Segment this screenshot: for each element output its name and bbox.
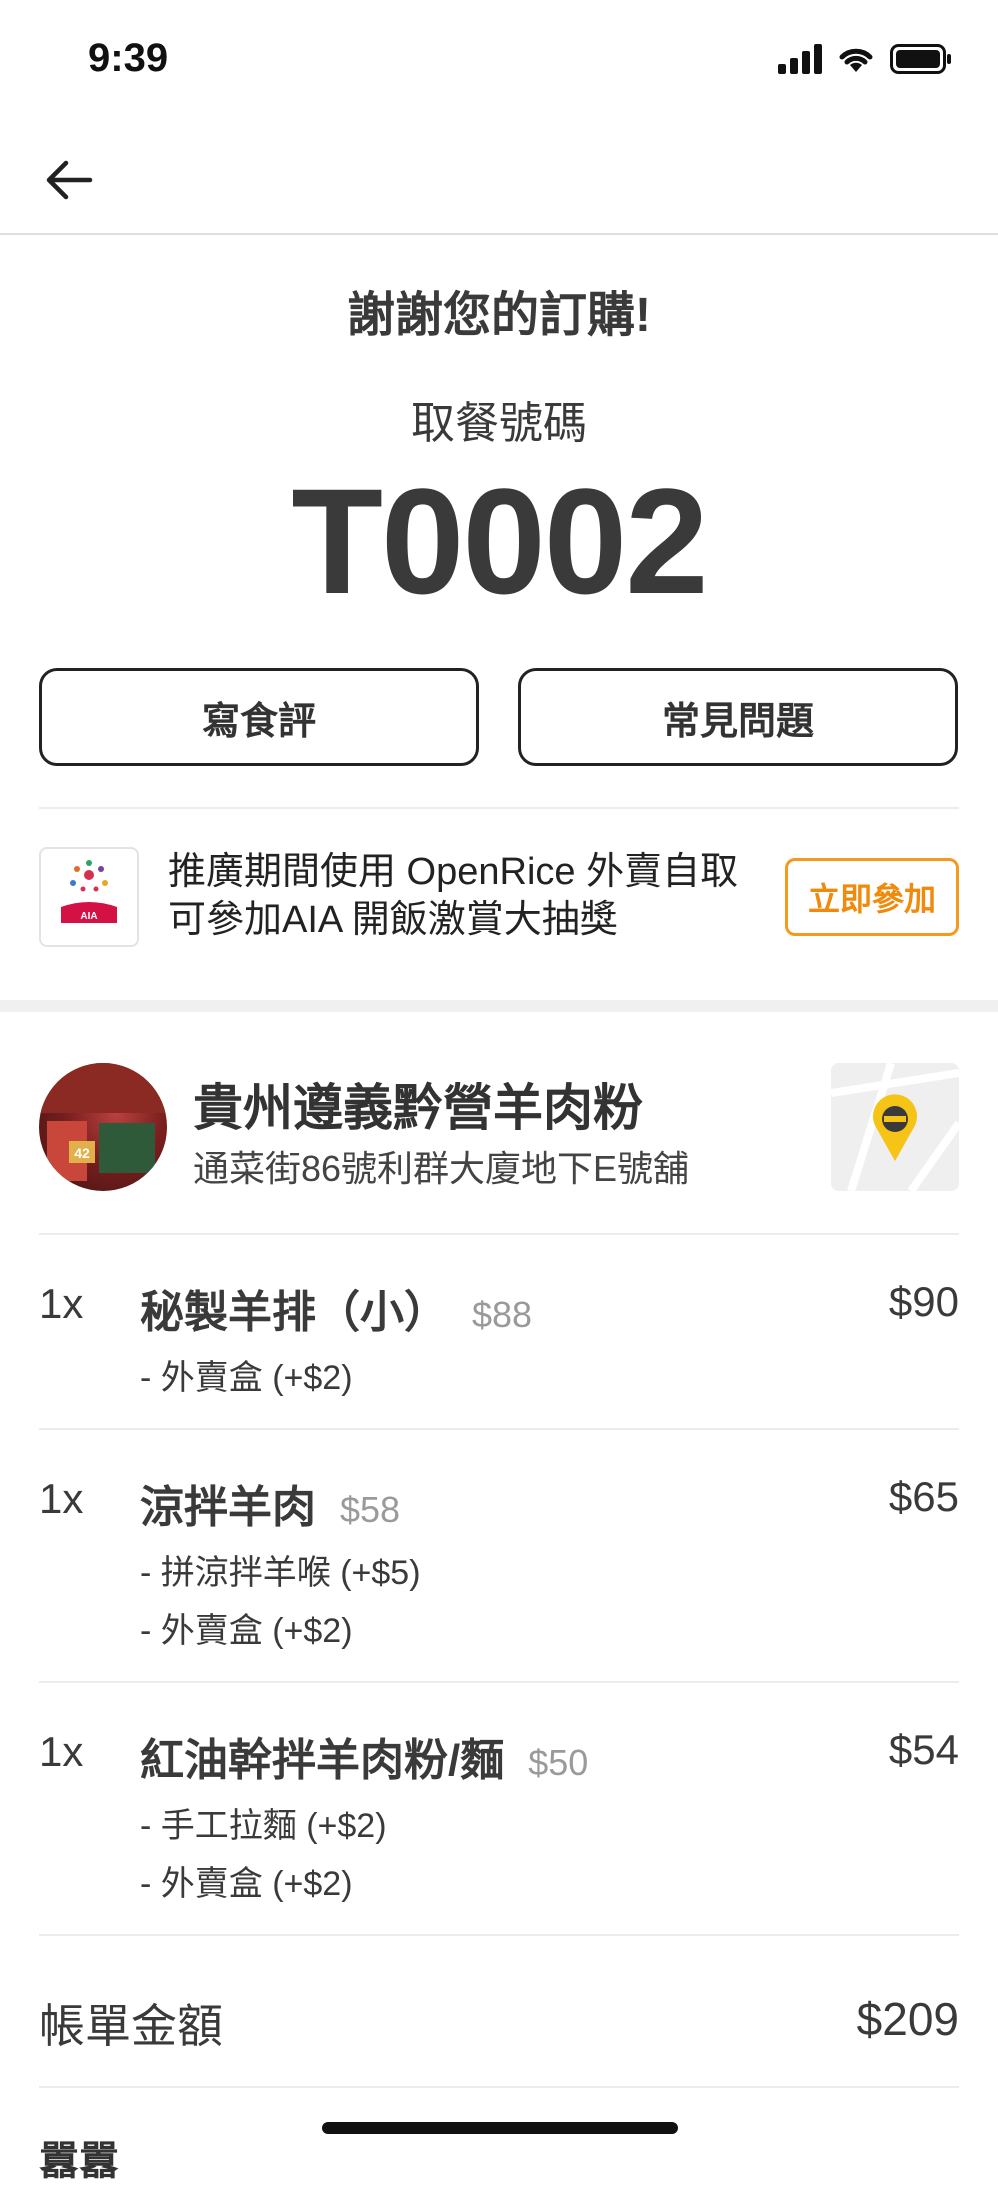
bill-amount-label: 帳單金額 bbox=[39, 2000, 223, 2052]
svg-text:42: 42 bbox=[74, 1145, 90, 1161]
restaurant-photo-art: 42 bbox=[39, 1063, 167, 1181]
item-total: $54 bbox=[888, 1726, 959, 1773]
promo-line-2: 可參加AIA 開飯激賞大抽獎 bbox=[168, 899, 618, 941]
pickup-number-label: 取餐號碼 bbox=[411, 399, 587, 448]
status-icons bbox=[778, 44, 952, 74]
write-review-button[interactable]: 寫食評 bbox=[39, 668, 479, 766]
item-unit-price: $50 bbox=[528, 1742, 589, 1783]
divider bbox=[39, 1428, 959, 1430]
divider bbox=[39, 807, 959, 809]
aia-logo-icon: AIA bbox=[61, 860, 117, 923]
divider bbox=[39, 1681, 959, 1683]
item-unit-price: $58 bbox=[340, 1489, 401, 1530]
divider bbox=[39, 1233, 959, 1235]
signal-icon bbox=[778, 44, 822, 74]
item-option: - 手工拉麵 (+$2) bbox=[140, 1807, 387, 1845]
map-pin-icon bbox=[831, 1063, 959, 1191]
promo-text: 推廣期間使用 OpenRice 外賣自取 可參加AIA 開飯激賞大抽獎 bbox=[168, 848, 788, 944]
item-option: - 外賣盒 (+$2) bbox=[140, 1865, 353, 1903]
divider bbox=[39, 2086, 959, 2088]
svg-text:AIA: AIA bbox=[80, 911, 97, 922]
status-time: 9:39 bbox=[88, 36, 169, 80]
item-total: $90 bbox=[888, 1278, 959, 1325]
wifi-icon bbox=[839, 48, 873, 72]
back-button[interactable] bbox=[40, 150, 100, 210]
bill-amount-value: $209 bbox=[856, 1993, 959, 2045]
item-name: 紅油幹拌羊肉粉/麵 $50 bbox=[140, 1724, 588, 1788]
item-option: - 外賣盒 (+$2) bbox=[140, 1359, 353, 1397]
item-quantity: 1x bbox=[39, 1475, 84, 1522]
map-thumbnail[interactable] bbox=[831, 1063, 959, 1191]
faq-button[interactable]: 常見問題 bbox=[518, 668, 958, 766]
header-divider bbox=[0, 233, 998, 235]
thanks-heading: 謝謝您的訂購! bbox=[347, 289, 651, 342]
divider bbox=[39, 1934, 959, 1936]
item-option: - 外賣盒 (+$2) bbox=[140, 1612, 353, 1650]
item-name: 涼拌羊肉 $58 bbox=[140, 1471, 400, 1535]
item-total: $65 bbox=[888, 1473, 959, 1520]
item-name: 秘製羊排（小） $88 bbox=[140, 1276, 532, 1340]
pickup-number: T0002 bbox=[291, 457, 708, 625]
home-indicator[interactable] bbox=[322, 2122, 678, 2134]
item-name-text: 紅油幹拌羊肉粉/麵 bbox=[140, 1736, 505, 1785]
bottom-peek-text: 囂囂 bbox=[39, 2139, 119, 2183]
item-option: - 拼涼拌羊喉 (+$5) bbox=[140, 1554, 421, 1592]
restaurant-name[interactable]: 貴州遵義黔營羊肉粉 bbox=[193, 1068, 643, 1140]
restaurant-address: 通菜街86號利群大廈地下E號舖 bbox=[193, 1148, 690, 1189]
item-quantity: 1x bbox=[39, 1728, 84, 1775]
item-name-text: 秘製羊排（小） bbox=[140, 1288, 448, 1337]
promo-line-1: 推廣期間使用 OpenRice 外賣自取 bbox=[168, 851, 739, 893]
item-unit-price: $88 bbox=[472, 1294, 533, 1335]
aia-logo: AIA bbox=[39, 847, 139, 947]
arrow-left-icon bbox=[46, 160, 93, 200]
battery-icon bbox=[890, 44, 951, 74]
item-name-text: 涼拌羊肉 bbox=[140, 1483, 316, 1532]
section-divider bbox=[0, 1000, 998, 1012]
item-quantity: 1x bbox=[39, 1280, 84, 1327]
restaurant-photo[interactable]: 42 bbox=[39, 1063, 167, 1191]
join-now-button[interactable]: 立即參加 bbox=[785, 858, 959, 936]
